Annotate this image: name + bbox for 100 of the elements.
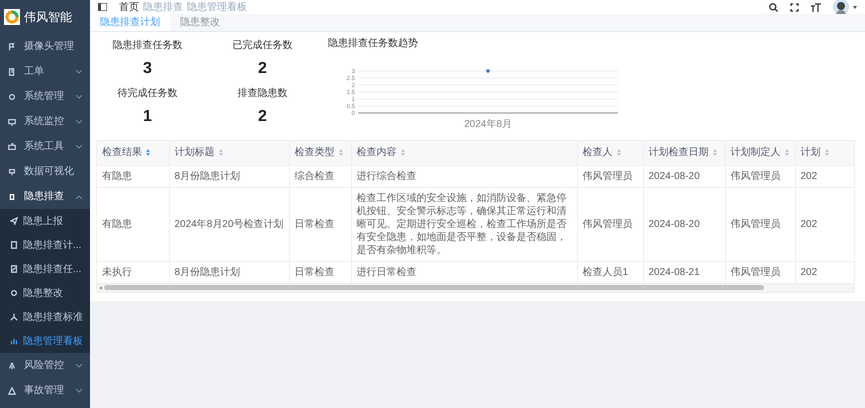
sort-icon[interactable] — [218, 149, 222, 156]
menu-item[interactable]: 系统管理 — [0, 84, 90, 109]
table-cell: 进行日常检查 — [356, 266, 416, 278]
submenu-item[interactable]: 隐患整改 — [0, 281, 90, 305]
table-cell: 进行综合检查 — [356, 170, 416, 182]
table-cell: 8月份隐患计划 — [174, 170, 240, 182]
menu-item[interactable]: 隐患排查 — [0, 184, 90, 209]
menu-icon-glyph — [8, 142, 16, 150]
table-cell: 综合检查 — [294, 170, 334, 182]
table-cell: 202 — [800, 218, 818, 230]
table-cell: 202 — [800, 170, 818, 182]
scroll-left-icon[interactable] — [99, 286, 102, 290]
menu-icon-glyph — [8, 92, 16, 100]
table-cell: 2024-08-21 — [648, 266, 700, 278]
table-cell: 伟风管理员 — [582, 170, 632, 182]
table-cell: 2024年8月20号检查计划 — [174, 218, 284, 230]
chevron-down-icon — [76, 94, 82, 98]
column-header[interactable]: 计划检查日期 — [648, 145, 708, 160]
submenu-icon — [10, 241, 18, 249]
logo-icon — [4, 9, 20, 25]
menu-item[interactable]: 摄像头管理 — [0, 34, 90, 59]
table-cell: 未执行 — [102, 266, 132, 278]
sort-icon[interactable] — [146, 149, 150, 156]
chevron-down-icon — [76, 388, 82, 392]
stat-label: 已完成任务数 — [232, 38, 292, 53]
submenu-item[interactable]: 隐患上报 — [0, 209, 90, 233]
sort-icon[interactable] — [784, 149, 788, 156]
menu-icon[interactable] — [98, 3, 107, 11]
menu-icon-glyph — [8, 362, 16, 370]
breadcrumb-item[interactable]: 首页 — [119, 0, 139, 14]
column-header[interactable]: 检查内容 — [356, 145, 396, 160]
table-cell: 有隐患 — [102, 170, 132, 182]
table-cell: 2024-08-20 — [648, 170, 700, 182]
chart-title: 隐患排查任务数趋势 — [328, 36, 419, 51]
table-cell: 检查工作区域的安全设施，如消防设备、紧急停机按钮、安全警示标志等，确保其正常运行和清晰可见。定期进行安全巡检，检查工作场所是否有安全隐患，如地面是否平整，设备是否稳固，是否有杂物堆积等。 — [356, 192, 566, 256]
breadcrumb-item: 隐患排查 — [143, 0, 183, 14]
sort-icon[interactable] — [712, 149, 716, 156]
text-size-icon[interactable] — [811, 2, 821, 12]
stat-value: 3 — [143, 61, 152, 77]
chevron-down-icon — [76, 120, 82, 124]
fullscreen-icon[interactable] — [790, 2, 799, 12]
stat-label: 隐患排查任务数 — [112, 38, 182, 53]
sort-icon[interactable] — [338, 149, 342, 156]
stat-value: 2 — [258, 109, 267, 125]
chevron-down-icon — [76, 70, 82, 74]
column-header[interactable]: 检查人 — [582, 145, 612, 160]
chevron-down-icon — [76, 364, 82, 368]
scrollbar-thumb[interactable] — [104, 285, 764, 290]
column-header[interactable]: 检查结果 — [102, 145, 142, 160]
menu-item[interactable]: 风险管控 — [0, 353, 90, 378]
submenu-icon — [10, 217, 18, 225]
menu-icon-glyph — [8, 192, 16, 200]
caret-icon[interactable] — [853, 6, 857, 8]
app-title: 伟风智能 — [24, 9, 72, 26]
table-cell: 伟风管理员 — [730, 266, 780, 278]
chevron-down-icon — [76, 144, 82, 148]
avatar[interactable] — [833, 0, 849, 15]
stat-value: 2 — [258, 61, 267, 77]
menu-icon-glyph — [8, 42, 16, 50]
menu-item[interactable]: 系统监控 — [0, 109, 90, 134]
column-header[interactable]: 计划标题 — [174, 145, 214, 160]
submenu-icon — [10, 265, 18, 273]
submenu-icon — [10, 337, 18, 345]
column-header[interactable]: 检查类型 — [294, 145, 334, 160]
table-cell: 日常检查 — [294, 218, 334, 230]
submenu-icon — [10, 313, 18, 321]
menu-icon-glyph — [8, 68, 16, 76]
table-cell: 伟风管理员 — [730, 170, 780, 182]
breadcrumb-item: 隐患管理看板 — [187, 0, 247, 14]
menu-item[interactable]: 数据可视化 — [0, 159, 90, 184]
menu-icon-glyph — [8, 168, 16, 176]
submenu-icon — [10, 289, 18, 297]
column-header[interactable]: 计划 — [800, 145, 820, 160]
submenu-item[interactable]: 隐患排查标准 — [0, 305, 90, 329]
submenu-item[interactable]: 隐患排查任... — [0, 257, 90, 281]
submenu-item[interactable]: 隐患管理看板 — [0, 329, 90, 353]
menu-icon-glyph — [8, 386, 16, 394]
table-cell: 202 — [800, 266, 818, 278]
sort-icon[interactable] — [616, 149, 620, 156]
table-cell: 伟风管理员 — [582, 218, 632, 230]
sort-icon[interactable] — [400, 149, 404, 156]
table-cell: 有隐患 — [102, 218, 132, 230]
menu-icon-glyph — [8, 118, 16, 126]
menu-item[interactable]: 系统工具 — [0, 134, 90, 159]
stat-label: 待完成任务数 — [118, 86, 178, 101]
table-cell: 2024-08-20 — [648, 218, 700, 230]
menu-item[interactable]: 工单 — [0, 59, 90, 84]
stat-value: 1 — [143, 109, 152, 125]
stat-label: 排查隐患数 — [238, 86, 288, 101]
table-cell: 伟风管理员 — [730, 218, 780, 230]
submenu-item[interactable]: 隐患排查计... — [0, 233, 90, 257]
chevron-up-icon — [76, 194, 82, 198]
menu-item[interactable]: 事故管理 — [0, 378, 90, 403]
column-header[interactable]: 计划制定人 — [730, 145, 780, 160]
table-cell: 8月份隐患计划 — [174, 266, 240, 278]
table-cell: 检查人员1 — [582, 266, 628, 278]
search-icon[interactable] — [769, 2, 778, 12]
sort-icon[interactable] — [824, 149, 828, 156]
x-tick-label: 2024年8月 — [464, 119, 512, 130]
table-cell: 日常检查 — [294, 266, 334, 278]
